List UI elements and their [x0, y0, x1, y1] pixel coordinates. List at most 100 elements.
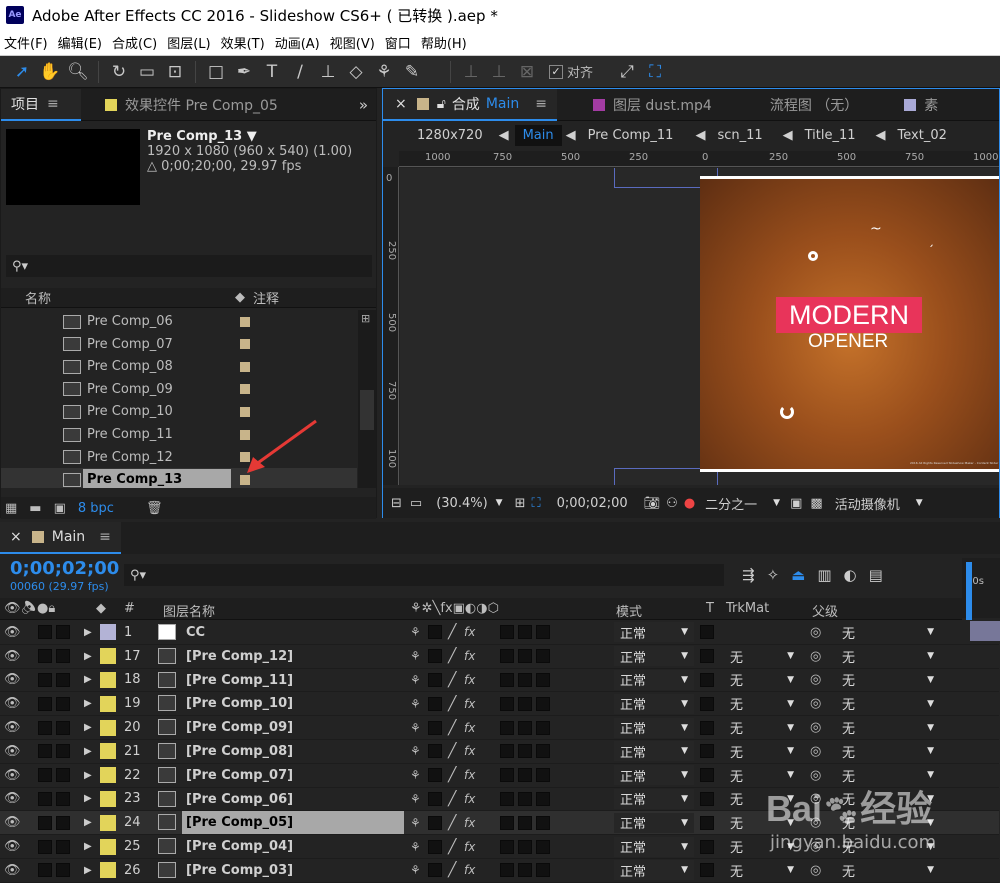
- layer-row[interactable]: 👁︎ ▶ 26 [Pre Comp_03] ⚘ ╱ fx 正常 ▼ 无 ▼ ◎ 无 ▼: [0, 859, 999, 883]
- list-item[interactable]: Pre Comp_07: [1, 333, 357, 356]
- mode-dropdown[interactable]: 正常 ▼: [614, 646, 694, 667]
- menu-help[interactable]: 帮助(H): [417, 33, 473, 52]
- preserve-transparency-toggle[interactable]: [700, 863, 714, 878]
- quality-switch-icon[interactable]: ╱: [448, 672, 456, 688]
- eraser-tool-icon[interactable]: ◇: [342, 58, 370, 86]
- quality-switch-icon[interactable]: ╱: [448, 696, 456, 712]
- col-comment-header[interactable]: 注释: [253, 288, 279, 307]
- grid-icon[interactable]: ⊞: [515, 496, 526, 511]
- preserve-transparency-toggle[interactable]: [700, 815, 714, 830]
- collapse-switch[interactable]: [428, 768, 442, 783]
- effects-switch-icon[interactable]: fx: [464, 625, 475, 639]
- parent-dropdown[interactable]: 无 ▼: [836, 694, 940, 714]
- menu-animation[interactable]: 动画(A): [271, 33, 326, 52]
- effects-switch-icon[interactable]: fx: [464, 768, 475, 782]
- 3d-layer-switch[interactable]: [536, 720, 550, 735]
- col-name-header[interactable]: 名称: [25, 288, 51, 307]
- world-axis-icon[interactable]: ⊥: [485, 58, 513, 86]
- mode-dropdown[interactable]: 正常 ▼: [614, 669, 694, 690]
- frame-blend-switch[interactable]: [500, 815, 514, 830]
- flowchart-icon[interactable]: ⊞: [361, 312, 370, 325]
- expand-triangle-icon[interactable]: ▶: [84, 793, 92, 804]
- collapse-switch[interactable]: [428, 696, 442, 711]
- always-preview-icon[interactable]: ⊟: [391, 496, 402, 511]
- effects-switch-icon[interactable]: fx: [464, 673, 475, 687]
- tab-project[interactable]: 项目 ≡: [1, 88, 81, 121]
- collapse-switch[interactable]: [428, 625, 442, 640]
- stamp-tool-icon[interactable]: ⊥: [314, 58, 342, 86]
- quality-switch-icon[interactable]: ╱: [448, 815, 456, 831]
- solo-toggle[interactable]: [56, 720, 70, 735]
- mask-visibility-icon[interactable]: ⛶: [531, 496, 540, 511]
- layer-row[interactable]: 👁︎ ▶ 1 CC ⚘ ╱ fx 正常 ▼ ◎ 无 ▼: [0, 621, 999, 645]
- frame-blend-switch[interactable]: [500, 696, 514, 711]
- solo-toggle[interactable]: [56, 649, 70, 664]
- hand-tool-icon[interactable]: ✋: [36, 58, 64, 86]
- selection-tool-icon[interactable]: ➚: [8, 58, 36, 86]
- shy-switch-icon[interactable]: ⚘: [410, 721, 421, 735]
- layer-name[interactable]: [Pre Comp_12]: [182, 645, 404, 668]
- expand-triangle-icon[interactable]: ▶: [84, 627, 92, 638]
- align-checkbox[interactable]: ✓ 对齐: [549, 62, 593, 81]
- layer-name[interactable]: [Pre Comp_09]: [182, 716, 404, 739]
- layer-name[interactable]: [Pre Comp_03]: [182, 859, 404, 882]
- preserve-transparency-toggle[interactable]: [700, 625, 714, 640]
- layer-row[interactable]: 👁︎ ▶ 17 [Pre Comp_12] ⚘ ╱ fx 正常 ▼ 无 ▼ ◎ 无 ▼: [0, 645, 999, 669]
- panel-menu-icon[interactable]: ≡: [99, 529, 111, 545]
- label-column-icon[interactable]: ◆: [235, 290, 245, 305]
- trkmat-dropdown[interactable]: 无 ▼: [724, 718, 800, 738]
- resolution-dropdown[interactable]: 二分之一: [705, 494, 757, 513]
- effects-switch-icon[interactable]: fx: [464, 816, 475, 830]
- label-color[interactable]: [100, 743, 116, 760]
- menu-file[interactable]: 文件(F): [0, 33, 54, 52]
- visibility-eye-icon[interactable]: 👁︎: [4, 672, 21, 687]
- frame-blend-switch[interactable]: [500, 672, 514, 687]
- visibility-eye-icon[interactable]: 👁︎: [4, 839, 21, 854]
- puppet-tool-icon[interactable]: ✎: [398, 58, 426, 86]
- tab-footage[interactable]: 素: [894, 89, 948, 121]
- item-label[interactable]: Pre Comp_13: [83, 468, 231, 488]
- solo-toggle[interactable]: [56, 672, 70, 687]
- list-item[interactable]: Pre Comp_08: [1, 355, 357, 378]
- col-parent-header[interactable]: 父级: [812, 601, 838, 620]
- playhead-marker[interactable]: [966, 562, 972, 620]
- layer-row[interactable]: 👁︎ ▶ 21 [Pre Comp_08] ⚘ ╱ fx 正常 ▼ 无 ▼ ◎ 无 ▼: [0, 740, 999, 764]
- frame-blend-switch[interactable]: [500, 768, 514, 783]
- quality-switch-icon[interactable]: ╱: [448, 862, 456, 878]
- 3d-layer-switch[interactable]: [536, 649, 550, 664]
- new-folder-icon[interactable]: ▬: [29, 501, 41, 516]
- shy-switch-icon[interactable]: ⚘: [410, 840, 421, 854]
- motion-blur-icon[interactable]: ◐: [844, 566, 857, 584]
- quality-switch-icon[interactable]: ╱: [448, 839, 456, 855]
- solo-toggle[interactable]: [56, 815, 70, 830]
- visibility-eye-icon[interactable]: 👁︎: [4, 720, 21, 735]
- layer-name[interactable]: CC: [182, 621, 404, 644]
- comp-mini-flowchart-icon[interactable]: ⇶: [742, 566, 755, 584]
- expand-triangle-icon[interactable]: ▶: [84, 817, 92, 828]
- audio-toggle[interactable]: [38, 672, 52, 687]
- chevron-down-icon[interactable]: ▼: [773, 498, 780, 508]
- motion-blur-switch[interactable]: [518, 863, 532, 878]
- brush-tool-icon[interactable]: ∕: [286, 58, 314, 86]
- motion-blur-switch[interactable]: [518, 720, 532, 735]
- scrollbar-thumb[interactable]: [360, 390, 374, 430]
- frame-blend-switch[interactable]: [500, 720, 514, 735]
- effects-switch-icon[interactable]: fx: [464, 697, 475, 711]
- frame-blend-switch[interactable]: [500, 791, 514, 806]
- motion-blur-switch[interactable]: [518, 791, 532, 806]
- audio-toggle[interactable]: [38, 744, 52, 759]
- 3d-layer-switch[interactable]: [536, 672, 550, 687]
- label-color[interactable]: [100, 624, 116, 641]
- expand-triangle-icon[interactable]: ▶: [84, 651, 92, 662]
- shy-switch-icon[interactable]: ⚘: [410, 697, 421, 711]
- breadcrumb-item[interactable]: Pre Comp_11: [588, 128, 674, 143]
- frame-blend-switch[interactable]: [500, 625, 514, 640]
- audio-toggle[interactable]: [38, 815, 52, 830]
- tab-composition[interactable]: × 🔓︎ 合成 Main ≡: [383, 88, 557, 121]
- mode-dropdown[interactable]: 正常 ▼: [614, 836, 694, 857]
- region-of-interest-icon[interactable]: ▣: [790, 496, 802, 511]
- zoom-tool-icon[interactable]: 🔍︎: [64, 58, 92, 86]
- solo-toggle[interactable]: [56, 744, 70, 759]
- quality-switch-icon[interactable]: ╱: [448, 648, 456, 664]
- layer-name[interactable]: [Pre Comp_11]: [182, 669, 404, 692]
